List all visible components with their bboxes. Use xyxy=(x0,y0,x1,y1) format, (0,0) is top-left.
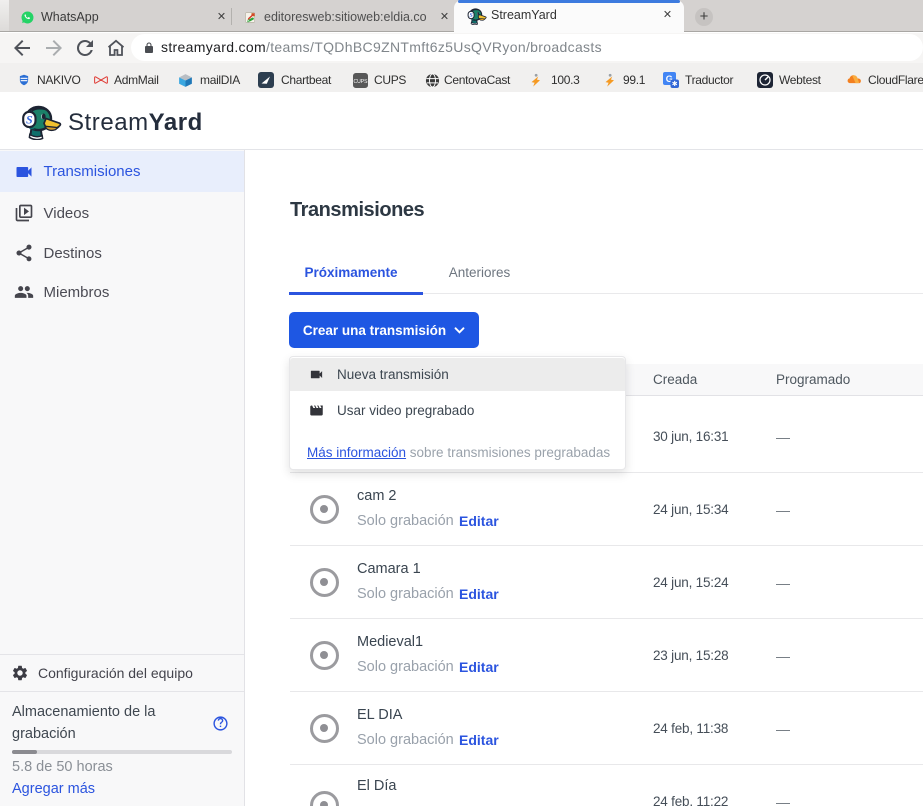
svg-text:S: S xyxy=(470,13,473,19)
svg-text:✱: ✱ xyxy=(672,80,678,88)
svg-text:CUPS: CUPS xyxy=(353,78,368,84)
svg-text:S: S xyxy=(26,113,33,127)
